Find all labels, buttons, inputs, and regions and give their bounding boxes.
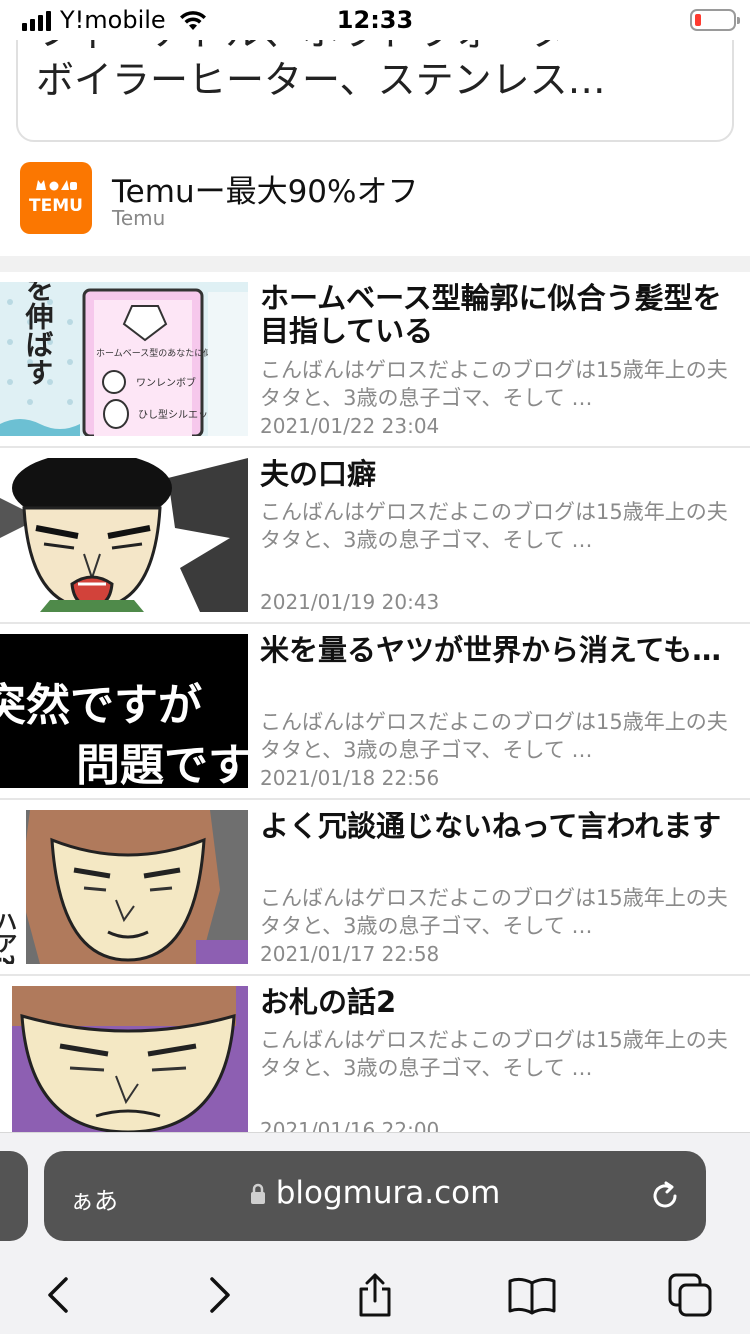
article-date: 2021/01/17 22:58 bbox=[260, 942, 440, 966]
tabs-button[interactable] bbox=[660, 1265, 720, 1325]
temu-logo: TEMU bbox=[20, 162, 92, 234]
browser-toolbar bbox=[0, 1265, 750, 1325]
article-date: 2021/01/18 22:56 bbox=[260, 766, 440, 790]
bookmarks-button[interactable] bbox=[502, 1265, 562, 1325]
share-icon bbox=[359, 1273, 391, 1317]
bookmarks-icon bbox=[508, 1277, 556, 1315]
tabs-icon bbox=[668, 1273, 712, 1317]
forward-icon bbox=[210, 1277, 230, 1313]
browser-bottom-bar: ぁあ blogmura.com bbox=[0, 1132, 750, 1334]
article-title[interactable]: お札の話2 bbox=[260, 986, 738, 1019]
ad-text-line-2: ボイラーヒーター、ステンレス… bbox=[36, 58, 606, 102]
article-item[interactable]: お札の話2 こんばんはゲロスだよこのブログは15歳年上の夫タタと、3歳の息子ゴマ… bbox=[0, 976, 750, 1132]
article-excerpt: こんばんはゲロスだよこのブログは15歳年上の夫タタと、3歳の息子ゴマ、そして … bbox=[260, 500, 728, 552]
thumb-side-text: ハア? bbox=[0, 910, 17, 964]
article-excerpt: こんばんはゲロスだよこのブログは15歳年上の夫タタと、3歳の息子ゴマ、そして … bbox=[260, 710, 728, 762]
url-text: blogmura.com bbox=[275, 1175, 501, 1211]
article-title[interactable]: よく冗談通じないねって言われます bbox=[260, 810, 738, 843]
article-title[interactable]: ホームベース型輪郭に似合う髪型を目指している bbox=[260, 282, 738, 348]
ad-source: Temu bbox=[112, 206, 166, 230]
ad-sponsor-row[interactable]: TEMU Temuー最大90%オフ Temu bbox=[20, 162, 740, 240]
lock-icon bbox=[250, 1183, 265, 1204]
article-excerpt: こんばんはゲロスだよこのブログは15歳年上の夫タタと、3歳の息子ゴマ、そして … bbox=[260, 1028, 728, 1080]
url-display[interactable]: blogmura.com bbox=[44, 1175, 706, 1211]
article-thumbnail[interactable]: ハア? bbox=[0, 810, 248, 964]
ad-title[interactable]: Temuー最大90%オフ bbox=[112, 166, 419, 211]
article-thumbnail[interactable] bbox=[0, 458, 248, 612]
article-item[interactable]: 突然ですが 問題です 米を量るヤツが世界から消えても… こんばんはゲロスだよこの… bbox=[0, 624, 750, 800]
thumb-line-2: 問題です bbox=[76, 740, 248, 788]
battery-level bbox=[695, 14, 701, 26]
article-date: 2021/01/22 23:04 bbox=[260, 414, 440, 438]
article-title[interactable]: 夫の口癖 bbox=[260, 458, 738, 491]
previous-tab-peek[interactable] bbox=[0, 1151, 28, 1241]
thumb-label-1: ワンレンボブ bbox=[136, 376, 196, 389]
forward-button[interactable] bbox=[190, 1265, 250, 1325]
thumb-label-2: ひし型シルエット bbox=[138, 408, 218, 421]
temu-logo-mark-icon bbox=[36, 180, 77, 191]
article-item[interactable]: 夫の口癖 こんばんはゲロスだよこのブログは15歳年上の夫タタと、3歳の息子ゴマ、… bbox=[0, 448, 750, 624]
battery-icon bbox=[690, 9, 740, 31]
article-thumbnail[interactable] bbox=[0, 986, 248, 1132]
smug-face-comic-thumbnail: ハア? bbox=[0, 810, 248, 964]
back-icon bbox=[48, 1277, 68, 1313]
section-divider bbox=[0, 256, 750, 272]
article-thumbnail[interactable]: ホームベース型のあなたに似合うのは? ワンレンボブ ひし型シルエット 前髪を伸ば… bbox=[0, 282, 248, 436]
address-bar[interactable]: ぁあ blogmura.com bbox=[44, 1151, 706, 1241]
article-date: 2021/01/19 20:43 bbox=[260, 590, 440, 614]
article-excerpt: こんばんはゲロスだよこのブログは15歳年上の夫タタと、3歳の息子ゴマ、そして … bbox=[260, 358, 728, 410]
hairstyle-comic-thumbnail: ホームベース型のあなたに似合うのは? ワンレンボブ ひし型シルエット 前髪を伸ば… bbox=[0, 282, 248, 436]
status-time: 12:33 bbox=[336, 6, 414, 34]
article-thumbnail[interactable]: 突然ですが 問題です bbox=[0, 634, 248, 788]
article-title[interactable]: 米を量るヤツが世界から消えても… bbox=[260, 634, 738, 667]
temu-logo-text: TEMU bbox=[29, 196, 83, 216]
article-date: 2021/01/16 22:00 bbox=[260, 1118, 440, 1132]
angry-man-comic-thumbnail bbox=[0, 458, 248, 612]
thumb-vertical-text: 前髪を伸ばす bbox=[22, 282, 55, 386]
back-button[interactable] bbox=[28, 1265, 88, 1325]
article-item[interactable]: ホームベース型のあなたに似合うのは? ワンレンボブ ひし型シルエット 前髪を伸ば… bbox=[0, 272, 750, 448]
face-closeup-comic-thumbnail bbox=[0, 986, 248, 1132]
question-title-thumbnail: 突然ですが 問題です bbox=[0, 634, 248, 788]
article-item[interactable]: ハア? よく冗談通じないねって言われます こんばんはゲロスだよこのブログは15歳… bbox=[0, 800, 750, 976]
thumb-line-1: 突然ですが bbox=[0, 680, 202, 731]
share-button[interactable] bbox=[345, 1265, 405, 1325]
status-bar: Y!mobile 12:33 bbox=[0, 0, 750, 40]
reload-icon[interactable] bbox=[648, 1179, 682, 1213]
article-excerpt: こんばんはゲロスだよこのブログは15歳年上の夫タタと、3歳の息子ゴマ、そして … bbox=[260, 886, 728, 938]
